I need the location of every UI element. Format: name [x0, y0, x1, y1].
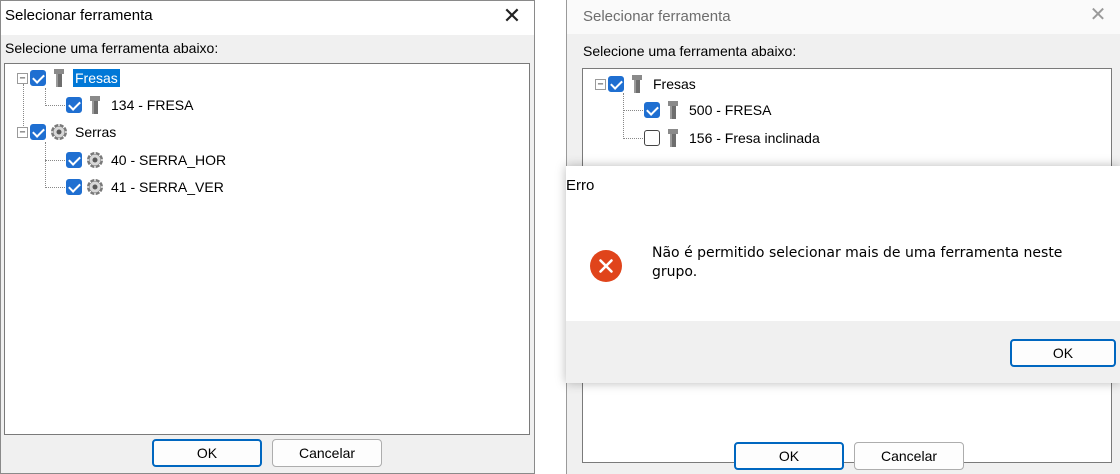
tree-label: 40 - SERRA_HOR [111, 152, 227, 168]
tree-node-fresas[interactable]: − Fresas [595, 73, 698, 95]
error-message: Não é permitido selecionar mais de uma f… [652, 245, 1063, 280]
tree-label: 41 - SERRA_VER [111, 179, 224, 195]
collapse-icon[interactable]: − [17, 126, 28, 138]
prompt-label: Selecione uma ferramenta abaixo: [5, 40, 219, 56]
checkbox-fresas[interactable] [608, 76, 624, 92]
tree-connector [45, 105, 65, 106]
error-dialog: Erro Não é permitido selecionar mais de … [566, 166, 1120, 383]
tree-connector [45, 187, 65, 188]
tree-connector [623, 93, 624, 139]
checkbox[interactable] [644, 130, 660, 146]
cancel-button[interactable]: Cancelar [272, 439, 382, 467]
tree-node-tool[interactable]: 500 - FRESA [644, 99, 773, 121]
tool-bit-icon [663, 128, 683, 148]
tree-connector [45, 142, 46, 188]
tool-bit-icon [663, 100, 683, 120]
tree-node-tool[interactable]: 41 - SERRA_VER [66, 176, 226, 198]
tool-bit-icon [49, 68, 69, 88]
checkbox[interactable] [66, 152, 82, 168]
checkbox[interactable] [66, 97, 82, 113]
collapse-icon[interactable]: − [595, 78, 606, 90]
select-tool-dialog: Selecionar ferramenta ✕ Selecione uma fe… [0, 0, 535, 474]
saw-blade-icon [85, 150, 105, 170]
checkbox[interactable] [66, 179, 82, 195]
tree-connector [623, 110, 643, 111]
tree-node-tool[interactable]: 40 - SERRA_HOR [66, 149, 228, 171]
tree-node-fresas[interactable]: − Fresas [17, 67, 120, 89]
tool-tree[interactable]: − Fresas 134 - FRESA − Serras 40 - SERRA… [4, 63, 530, 435]
checkbox[interactable] [644, 102, 660, 118]
error-title-bar: Erro [566, 166, 1120, 206]
collapse-icon[interactable]: − [17, 72, 28, 84]
prompt-label: Selecione uma ferramenta abaixo: [583, 43, 797, 59]
dialog-title: Selecionar ferramenta [583, 8, 731, 25]
dialog-title: Selecionar ferramenta [5, 7, 153, 24]
error-icon [590, 250, 622, 282]
close-icon[interactable]: ✕ [500, 5, 524, 29]
tool-bit-icon [85, 95, 105, 115]
ok-button[interactable]: OK [734, 442, 844, 470]
tree-label: 156 - Fresa inclinada [689, 130, 820, 146]
error-body: Não é permitido selecionar mais de uma f… [566, 206, 1120, 321]
tree-connector [45, 88, 46, 106]
error-ok-button[interactable]: OK [1010, 339, 1116, 367]
tool-bit-icon [627, 74, 647, 94]
close-icon[interactable]: ✕ [1086, 4, 1110, 28]
tree-label: Fresas [653, 76, 696, 92]
ok-button[interactable]: OK [152, 439, 262, 467]
saw-blade-icon [85, 177, 105, 197]
checkbox-fresas[interactable] [30, 70, 46, 86]
cancel-button[interactable]: Cancelar [854, 442, 964, 470]
tree-label: Fresas [73, 69, 120, 87]
tree-label: Serras [75, 124, 117, 140]
saw-blade-icon [49, 122, 69, 142]
tree-label: 500 - FRESA [689, 102, 772, 118]
tree-node-tool[interactable]: 156 - Fresa inclinada [644, 127, 822, 149]
checkbox-serras[interactable] [30, 124, 46, 140]
tree-connector [45, 160, 65, 161]
tree-connector [623, 138, 643, 139]
error-title: Erro [566, 177, 595, 194]
title-bar: Selecionar ferramenta ✕ [1, 1, 534, 35]
tree-label: 134 - FRESA [111, 97, 194, 113]
tree-node-tool[interactable]: 134 - FRESA [66, 94, 195, 116]
tree-node-serras[interactable]: − Serras [17, 121, 118, 143]
title-bar: Selecionar ferramenta ✕ [567, 0, 1120, 34]
